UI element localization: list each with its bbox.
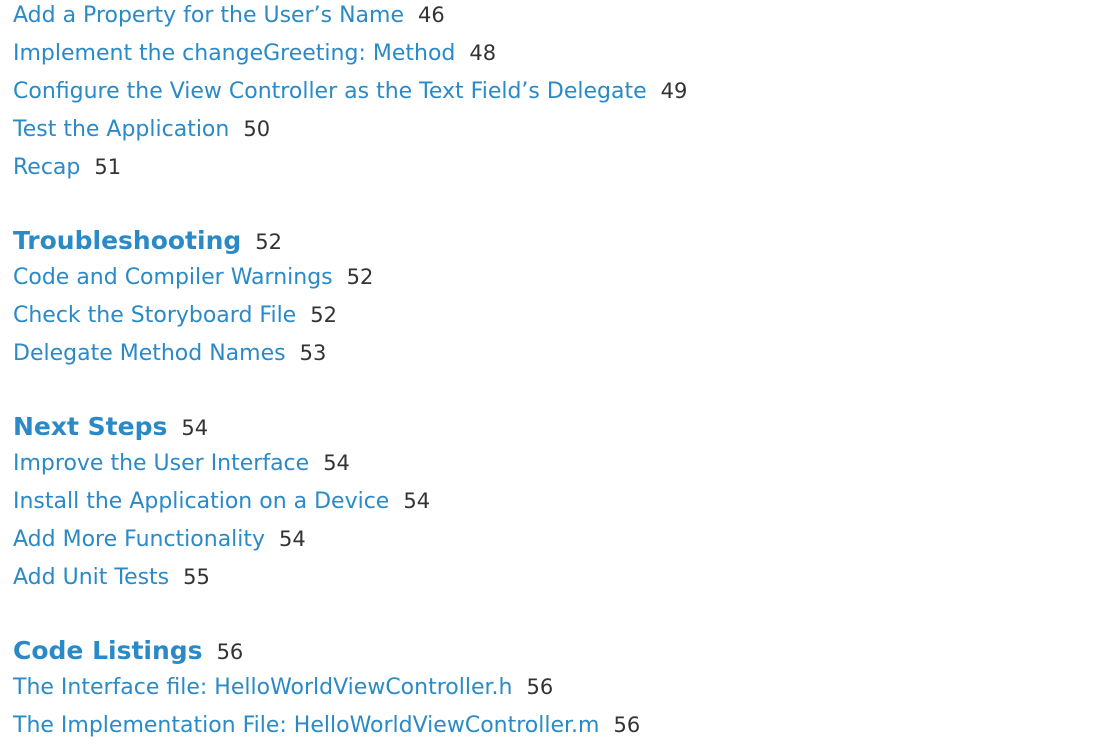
- toc-page-number: 55: [183, 565, 210, 589]
- toc-page-number: 56: [613, 713, 641, 737]
- toc-entry[interactable]: The Interface file: HelloWorldViewContro…: [13, 670, 1093, 708]
- toc-section-heading[interactable]: Code Listings 56: [13, 632, 1093, 670]
- toc-entry[interactable]: Add More Functionality 54: [13, 522, 1093, 560]
- toc-page-number: 52: [346, 265, 374, 289]
- toc-entry-link[interactable]: Implement the changeGreeting: Method: [13, 41, 455, 66]
- toc-entry-link[interactable]: The Implementation File: HelloWorldViewC…: [13, 713, 599, 738]
- toc-entry-link[interactable]: Check the Storyboard File: [13, 303, 296, 328]
- toc-page-number: 54: [181, 416, 209, 440]
- toc-entry-link[interactable]: Recap: [13, 155, 80, 180]
- toc-entry-link[interactable]: Add a Property for the User’s Name: [13, 3, 404, 28]
- toc-entry-link[interactable]: Configure the View Controller as the Tex…: [13, 79, 647, 104]
- toc-page-number: 52: [255, 230, 283, 254]
- toc-entry[interactable]: Add Unit Tests 55: [13, 560, 1093, 598]
- toc-section-heading[interactable]: Next Steps 54: [13, 408, 1093, 446]
- toc-section-link[interactable]: Next Steps: [13, 412, 167, 441]
- toc-page-number: 54: [279, 527, 306, 551]
- toc-entry-link[interactable]: Install the Application on a Device: [13, 489, 389, 514]
- toc-entry-link[interactable]: Improve the User Interface: [13, 451, 309, 476]
- toc-entry-link[interactable]: Add More Functionality: [13, 527, 265, 552]
- table-of-contents: Add a Property for the User’s Name 46 Imp…: [13, 0, 1093, 746]
- toc-entry[interactable]: Test the Application 50: [13, 112, 1093, 150]
- toc-page-number: 53: [299, 341, 327, 365]
- toc-entry-link[interactable]: Add Unit Tests: [13, 565, 169, 590]
- toc-entry[interactable]: Improve the User Interface 54: [13, 446, 1093, 484]
- toc-page-number: 52: [310, 303, 337, 327]
- toc-entry-link[interactable]: Test the Application: [13, 117, 229, 142]
- toc-entry-link[interactable]: Code and Compiler Warnings: [13, 265, 333, 290]
- toc-entry[interactable]: Code and Compiler Warnings 52: [13, 260, 1093, 298]
- toc-section-link[interactable]: Code Listings: [13, 636, 203, 665]
- toc-entry[interactable]: The Implementation File: HelloWorldViewC…: [13, 708, 1093, 746]
- toc-section-heading[interactable]: Troubleshooting 52: [13, 222, 1093, 260]
- toc-page-number: 46: [417, 3, 445, 27]
- toc-page-number: 56: [216, 640, 244, 664]
- toc-entry-link[interactable]: The Interface file: HelloWorldViewContro…: [13, 675, 512, 700]
- toc-entry[interactable]: Implement the changeGreeting: Method 48: [13, 36, 1093, 74]
- toc-page-number: 50: [243, 117, 271, 141]
- toc-entry[interactable]: Configure the View Controller as the Tex…: [13, 74, 1093, 112]
- toc-entry[interactable]: Delegate Method Names 53: [13, 336, 1093, 374]
- toc-entry[interactable]: Check the Storyboard File 52: [13, 298, 1093, 336]
- toc-page-number: 56: [526, 675, 554, 699]
- toc-entry[interactable]: Add a Property for the User’s Name 46: [13, 0, 1093, 36]
- toc-section-link[interactable]: Troubleshooting: [13, 226, 241, 255]
- toc-entry[interactable]: Install the Application on a Device 54: [13, 484, 1093, 522]
- toc-page-number: 54: [323, 451, 350, 475]
- toc-page-number: 54: [403, 489, 431, 513]
- toc-entry-link[interactable]: Delegate Method Names: [13, 341, 286, 366]
- toc-page-number: 51: [94, 155, 122, 179]
- toc-page-number: 49: [660, 79, 688, 103]
- toc-entry[interactable]: Recap 51: [13, 150, 1093, 188]
- toc-page-number: 48: [469, 41, 497, 65]
